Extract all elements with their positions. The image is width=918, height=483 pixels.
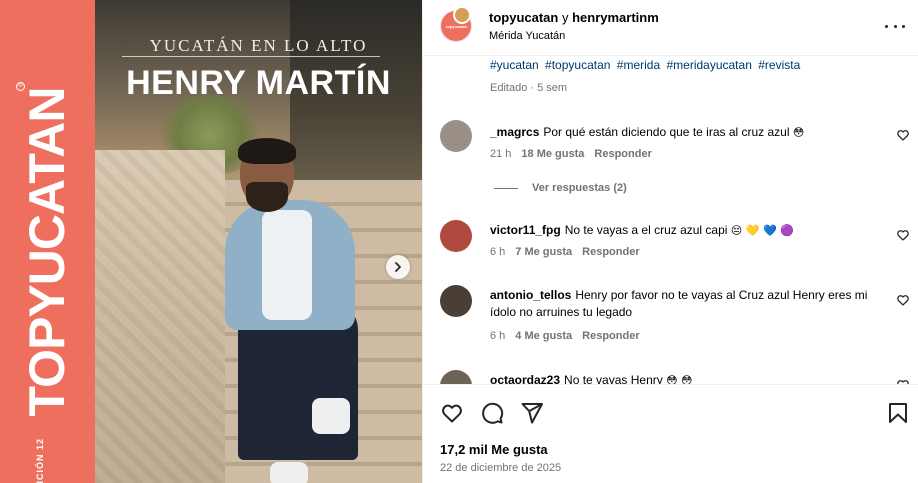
share-icon[interactable] bbox=[520, 401, 544, 425]
author-link[interactable]: topyucatan bbox=[489, 10, 558, 25]
avatar[interactable] bbox=[440, 370, 472, 384]
comment-likes[interactable]: 4 Me gusta bbox=[515, 330, 572, 342]
more-icon-dot bbox=[902, 24, 905, 28]
comment-username[interactable]: _magrcs bbox=[490, 125, 539, 139]
reply-button[interactable]: Responder bbox=[582, 330, 639, 342]
comment-likes[interactable]: 18 Me gusta bbox=[521, 148, 584, 160]
comment-time[interactable]: 21 h bbox=[490, 148, 511, 160]
post-date[interactable]: 22 de diciembre de 2025 bbox=[440, 462, 561, 474]
author-connector: y bbox=[561, 10, 569, 25]
post-media[interactable]: TOPYUCATAN ® EDICIÓN 12 YUCATÁN EN LO AL… bbox=[0, 0, 422, 483]
post-actions: 17,2 mil Me gusta 22 de diciembre de 202… bbox=[423, 384, 918, 483]
avatar[interactable] bbox=[440, 285, 472, 317]
heart-icon[interactable] bbox=[896, 228, 910, 242]
replies-line bbox=[494, 187, 518, 189]
more-icon bbox=[885, 24, 888, 28]
comment-text: No te vayas Henry bbox=[564, 373, 663, 384]
reply-button[interactable]: Responder bbox=[582, 246, 639, 258]
more-options-button[interactable] bbox=[885, 18, 905, 34]
cover-subtitle: YUCATÁN EN LO ALTO bbox=[149, 36, 368, 55]
hashtag-link[interactable]: #topyucatan bbox=[545, 58, 610, 72]
person-beard bbox=[246, 182, 288, 212]
reply-button[interactable]: Responder bbox=[594, 148, 651, 160]
comments-list[interactable]: #yucatan #topyucatan #merida #meridayuca… bbox=[423, 56, 918, 384]
edited-timestamp: Editado · 5 sem bbox=[490, 82, 568, 94]
chevron-right-icon bbox=[395, 262, 401, 272]
caption-hashtags: #yucatan #topyucatan #merida #meridayuca… bbox=[490, 58, 803, 72]
heart-icon[interactable] bbox=[440, 401, 464, 425]
comment-time[interactable]: 6 h bbox=[490, 246, 505, 258]
comment-meta: 6 h 7 Me gusta Responder bbox=[490, 246, 650, 258]
location-link[interactable]: Mérida Yucatán bbox=[489, 30, 565, 42]
avatar-logo: topyucatan bbox=[446, 24, 468, 29]
collaborator-link[interactable]: henrymartinm bbox=[572, 10, 659, 25]
comment-emojis: 😔 💛 💙 🟣 bbox=[730, 224, 794, 237]
heart-icon[interactable] bbox=[896, 128, 910, 142]
comment-time[interactable]: 6 h bbox=[490, 330, 505, 342]
hashtag-link[interactable]: #revista bbox=[758, 58, 800, 72]
edition-label: EDICIÓN 12 bbox=[35, 437, 45, 483]
hashtag-link[interactable]: #yucatan bbox=[490, 58, 539, 72]
comment-text: No te vayas a el cruz azul capi bbox=[564, 223, 728, 237]
person-tshirt bbox=[262, 210, 312, 320]
cover-title: HENRY MARTÍN bbox=[126, 64, 391, 102]
brand-logo: TOPYUCATAN bbox=[19, 87, 75, 417]
comment-body: octaordaz23 No te vayas Henry 😳 😳 bbox=[490, 372, 880, 384]
comment-likes[interactable]: 7 Me gusta bbox=[515, 246, 572, 258]
cover-divider bbox=[122, 56, 380, 57]
post-details-panel: topyucatan topyucatan y henrymartinm Mér… bbox=[422, 0, 918, 483]
person-hair bbox=[238, 138, 296, 164]
collaborator-avatar[interactable] bbox=[453, 6, 471, 24]
comment-username[interactable]: octaordaz23 bbox=[490, 373, 560, 384]
comment-text: Por qué están diciendo que te iras al cr… bbox=[543, 125, 790, 139]
brand-strip: TOPYUCATAN ® EDICIÓN 12 bbox=[0, 0, 95, 483]
hashtag-link[interactable]: #merida bbox=[617, 58, 660, 72]
comment-emojis: 😳 😳 bbox=[666, 374, 693, 384]
heart-icon[interactable] bbox=[896, 293, 910, 307]
comment-body: _magrcs Por qué están diciendo que te ira… bbox=[490, 124, 880, 141]
registered-mark: ® bbox=[16, 82, 25, 91]
person-shoe bbox=[312, 398, 350, 434]
hashtag-link[interactable]: #meridayucatan bbox=[666, 58, 751, 72]
avatar[interactable] bbox=[440, 220, 472, 252]
comment-emojis: 😳 bbox=[792, 126, 805, 139]
comment-username[interactable]: victor11_fpg bbox=[490, 223, 561, 237]
more-icon-dot bbox=[893, 24, 897, 28]
comment-body: antonio_tellos Henry por favor no te vaya… bbox=[490, 287, 880, 321]
post-authors: topyucatan y henrymartinm bbox=[489, 10, 659, 25]
avatar[interactable] bbox=[440, 120, 472, 152]
post-header: topyucatan topyucatan y henrymartinm Mér… bbox=[423, 0, 918, 56]
comment-body: victor11_fpg No te vayas a el cruz azul c… bbox=[490, 222, 880, 239]
next-slide-button[interactable] bbox=[386, 255, 410, 279]
person-shoe bbox=[270, 462, 308, 483]
comment-meta: 21 h 18 Me gusta Responder bbox=[490, 148, 662, 160]
likes-count[interactable]: 17,2 mil Me gusta bbox=[440, 442, 548, 457]
comment-username[interactable]: antonio_tellos bbox=[490, 288, 571, 302]
bookmark-icon[interactable] bbox=[886, 401, 910, 425]
view-replies-button[interactable]: Ver respuestas (2) bbox=[494, 182, 627, 194]
view-replies-label: Ver respuestas (2) bbox=[532, 182, 627, 194]
comment-icon[interactable] bbox=[480, 401, 504, 425]
photo-stone-wall bbox=[95, 150, 225, 483]
comment-meta: 6 h 4 Me gusta Responder bbox=[490, 330, 650, 342]
